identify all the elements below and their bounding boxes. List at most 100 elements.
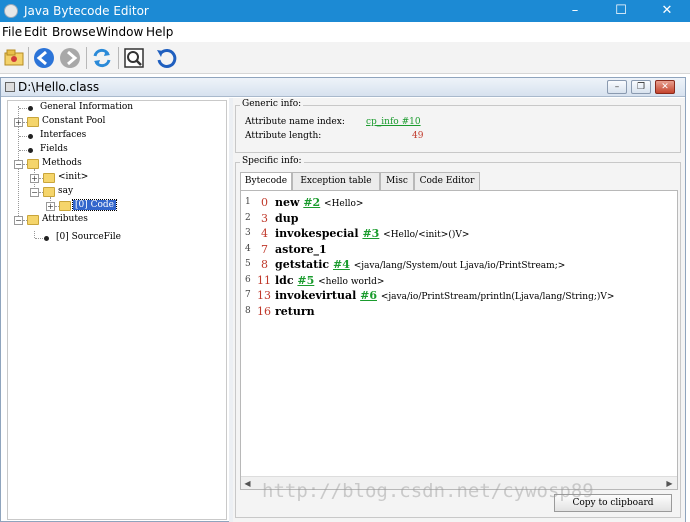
line-number: 3 bbox=[245, 228, 251, 238]
frame-close-button[interactable]: ✕ bbox=[655, 80, 675, 94]
horizontal-scrollbar[interactable]: ◀ ▶ bbox=[241, 476, 677, 489]
operand-comment: <java/io/PrintStream/println(Ljava/lang/… bbox=[380, 292, 615, 302]
open-class-icon[interactable] bbox=[2, 46, 26, 70]
class-tree: General Information + Constant Pool Inte… bbox=[7, 100, 227, 520]
line-number: 4 bbox=[245, 243, 251, 254]
scroll-right-icon[interactable]: ▶ bbox=[663, 477, 676, 490]
line-number: 5 bbox=[245, 259, 251, 269]
bullet-icon bbox=[44, 236, 49, 241]
window-title: Java Bytecode Editor bbox=[24, 4, 149, 18]
tab-exception-table[interactable]: Exception table bbox=[292, 172, 380, 190]
app-icon bbox=[4, 4, 18, 18]
instruction-offset: 3 bbox=[261, 211, 268, 225]
menu-help[interactable]: Help bbox=[146, 25, 173, 39]
bytecode-line[interactable]: 8 16 return bbox=[241, 304, 661, 319]
constant-pool-link[interactable]: #3 bbox=[362, 227, 379, 240]
frame-minimize-button[interactable]: – bbox=[607, 80, 627, 94]
tree-source-file[interactable]: [0] SourceFile bbox=[56, 232, 121, 242]
tree-attributes[interactable]: Attributes bbox=[42, 214, 88, 224]
collapse-icon[interactable]: − bbox=[30, 188, 39, 197]
detail-panel: Generic info: Attribute name index: cp_i… bbox=[233, 98, 685, 522]
class-file-icon bbox=[5, 82, 15, 92]
refresh-icon[interactable] bbox=[90, 46, 114, 70]
scroll-left-icon[interactable]: ◀ bbox=[241, 477, 254, 490]
line-number: 8 bbox=[245, 305, 251, 316]
tree-method-say[interactable]: say bbox=[58, 186, 73, 196]
constant-pool-link[interactable]: #5 bbox=[297, 274, 314, 287]
instruction-offset: 13 bbox=[257, 289, 271, 302]
expand-icon[interactable]: + bbox=[30, 174, 39, 183]
instruction-offset: 8 bbox=[261, 258, 268, 271]
operand-comment: <Hello/<init>()V> bbox=[383, 230, 470, 240]
bytecode-line[interactable]: 2 3 dup bbox=[241, 211, 661, 226]
frame-title-bar: D:\Hello.class – ❐ ✕ bbox=[1, 78, 685, 97]
opcode: dup bbox=[275, 211, 299, 225]
collapse-icon[interactable]: − bbox=[14, 216, 23, 225]
toolbar bbox=[0, 42, 690, 74]
folder-icon bbox=[43, 173, 55, 183]
opcode: invokespecial bbox=[275, 227, 359, 240]
bullet-icon bbox=[28, 148, 33, 153]
bytecode-line[interactable]: 5 8 getstatic #4 <java/lang/System/out Lja… bbox=[241, 257, 661, 272]
menu-browse[interactable]: Browse bbox=[52, 25, 96, 39]
tab-bytecode[interactable]: Bytecode bbox=[240, 172, 292, 191]
bytecode-line[interactable]: 3 4 invokespecial #3 <Hello/<init>()V> bbox=[241, 226, 661, 241]
bytecode-line[interactable]: 7 13 invokevirtual #6 <java/io/PrintStream… bbox=[241, 288, 661, 303]
frame-restore-button[interactable]: ❐ bbox=[631, 80, 651, 94]
instruction-offset: 4 bbox=[261, 227, 268, 240]
bytecode-view[interactable]: 1 0 new #2 <Hello> 2 3 dup 3 4 invokespecial #3 … bbox=[240, 190, 678, 490]
forward-icon[interactable] bbox=[58, 46, 82, 70]
tree-fields[interactable]: Fields bbox=[40, 144, 68, 154]
folder-open-icon bbox=[43, 187, 55, 197]
tree-interfaces[interactable]: Interfaces bbox=[40, 130, 86, 140]
line-number: 1 bbox=[245, 197, 251, 207]
specific-info-title: Specific info: bbox=[240, 156, 304, 166]
operand-comment: <hello world> bbox=[318, 276, 385, 287]
maximize-button[interactable]: ☐ bbox=[598, 0, 644, 22]
attribute-name-index-link[interactable]: cp_info #10 bbox=[366, 117, 421, 127]
menu-window[interactable]: Window bbox=[96, 25, 143, 39]
folder-icon bbox=[27, 117, 39, 127]
attribute-name-index-label: Attribute name index: bbox=[245, 117, 345, 127]
tree-method-init[interactable]: <init> bbox=[58, 172, 88, 182]
reload-icon[interactable] bbox=[154, 46, 178, 70]
specific-info-group: Specific info: Bytecode Exception table … bbox=[235, 156, 681, 518]
bytecode-line[interactable]: 4 7 astore_1 bbox=[241, 242, 661, 257]
instruction-offset: 16 bbox=[257, 304, 271, 318]
tab-misc[interactable]: Misc bbox=[380, 172, 414, 190]
bytecode-line[interactable]: 1 0 new #2 <Hello> bbox=[241, 195, 661, 210]
instruction-offset: 11 bbox=[257, 273, 271, 287]
minimize-button[interactable]: – bbox=[552, 0, 598, 22]
menu-file[interactable]: File bbox=[2, 25, 22, 39]
tab-bar: Bytecode Exception table Misc Code Edito… bbox=[240, 172, 680, 192]
menu-edit[interactable]: Edit bbox=[24, 25, 47, 39]
constant-pool-link[interactable]: #4 bbox=[333, 258, 350, 271]
constant-pool-link[interactable]: #6 bbox=[360, 289, 377, 302]
close-button[interactable]: ✕ bbox=[644, 0, 690, 22]
instruction-offset: 0 bbox=[261, 196, 268, 209]
back-icon[interactable] bbox=[32, 46, 56, 70]
bullet-icon bbox=[28, 106, 33, 111]
find-icon[interactable] bbox=[122, 46, 146, 70]
generic-info-title: Generic info: bbox=[240, 99, 304, 109]
expand-icon[interactable]: + bbox=[14, 118, 23, 127]
opcode: ldc bbox=[275, 273, 294, 287]
constant-pool-link[interactable]: #2 bbox=[303, 196, 320, 209]
line-number: 2 bbox=[245, 212, 251, 223]
tree-code-attribute[interactable]: [0] Code bbox=[71, 199, 118, 211]
opcode: return bbox=[275, 304, 315, 318]
opcode: astore_1 bbox=[275, 242, 327, 256]
tree-general-information[interactable]: General Information bbox=[40, 102, 133, 112]
attribute-length-label: Attribute length: bbox=[245, 131, 322, 141]
collapse-icon[interactable]: − bbox=[14, 160, 23, 169]
expand-icon[interactable]: + bbox=[46, 202, 55, 211]
tree-constant-pool[interactable]: Constant Pool bbox=[42, 116, 105, 126]
folder-open-icon bbox=[27, 159, 39, 169]
tree-methods[interactable]: Methods bbox=[42, 158, 82, 168]
bytecode-line[interactable]: 6 11 ldc #5 <hello world> bbox=[241, 273, 661, 288]
copy-to-clipboard-button[interactable]: Copy to clipboard bbox=[554, 494, 672, 512]
opcode: getstatic bbox=[275, 258, 330, 271]
tab-code-editor[interactable]: Code Editor bbox=[414, 172, 480, 190]
operand-comment: <java/lang/System/out Ljava/io/PrintStre… bbox=[353, 261, 566, 271]
title-bar: Java Bytecode Editor – ☐ ✕ bbox=[0, 0, 690, 22]
